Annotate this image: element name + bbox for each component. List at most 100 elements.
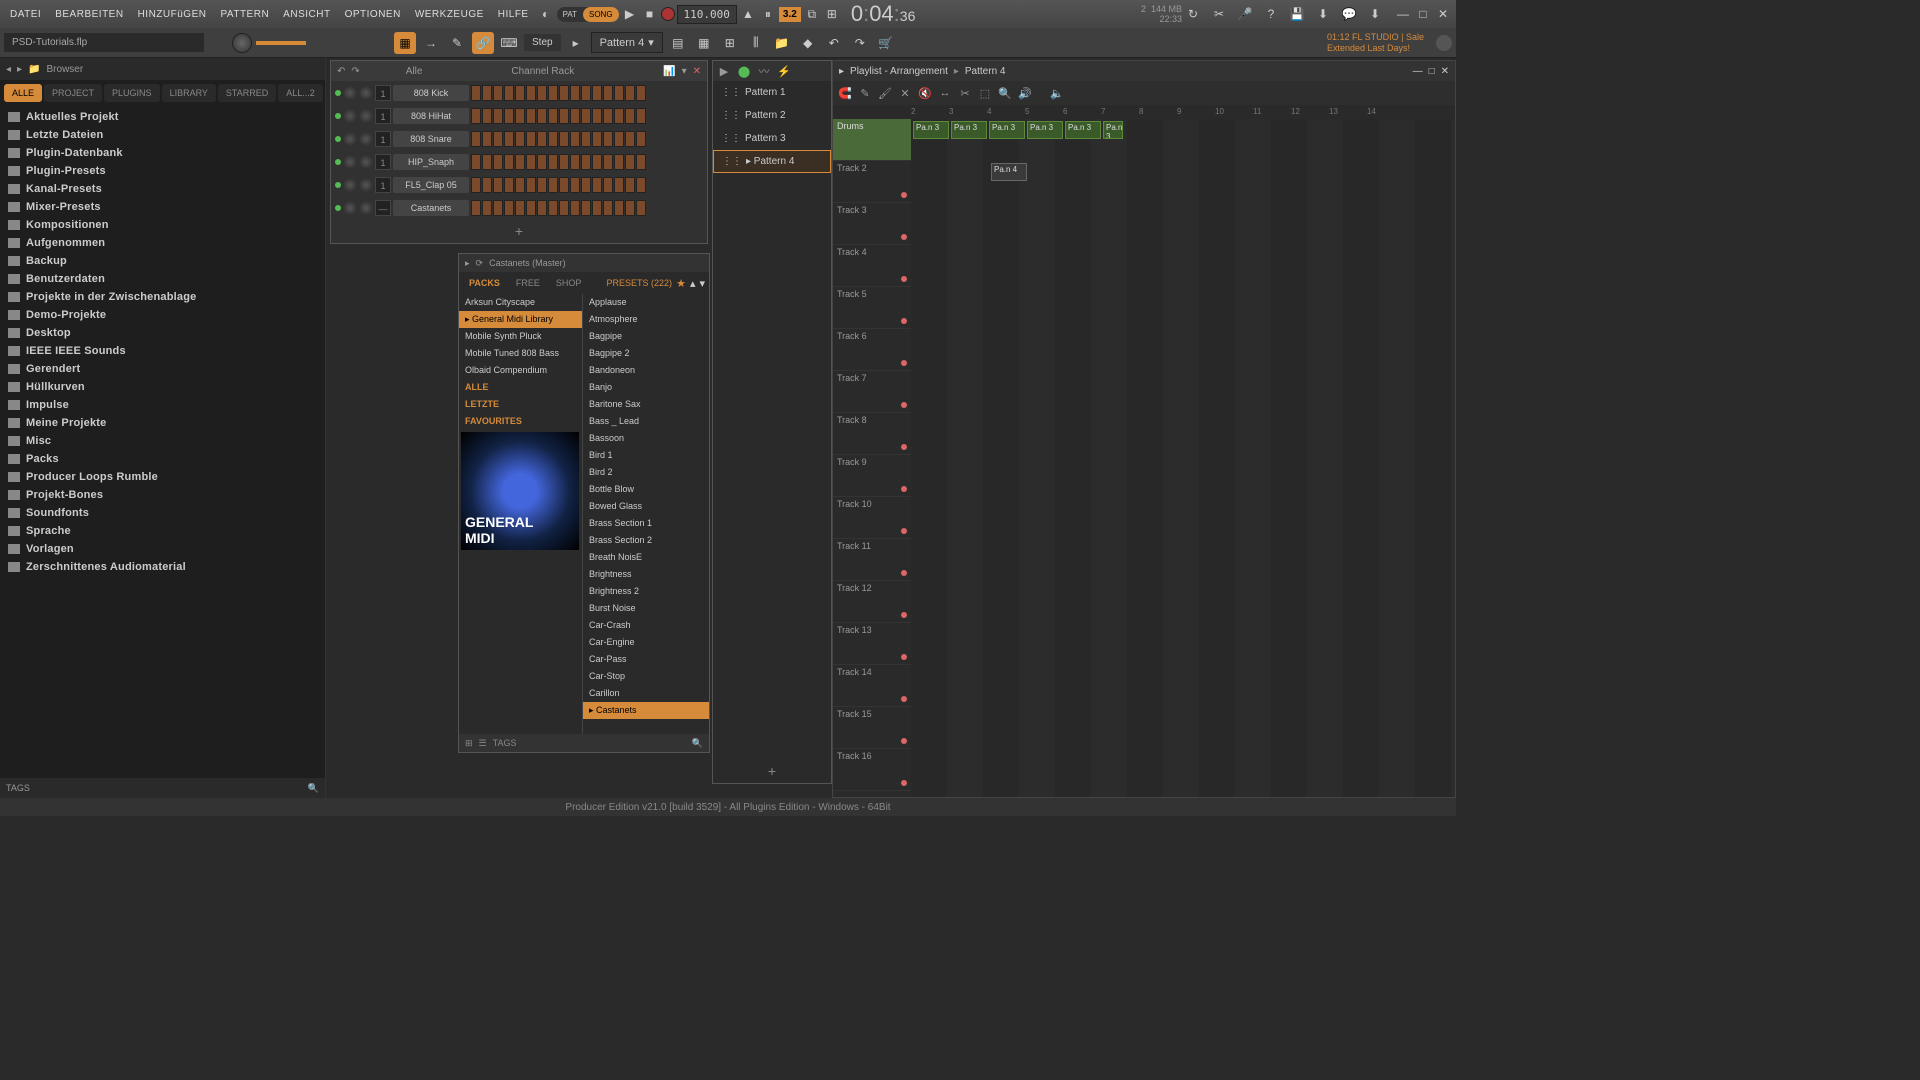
preset-category[interactable]: LETZTE bbox=[459, 396, 582, 413]
channel-name[interactable]: 808 Kick bbox=[393, 85, 469, 101]
playlist-track-header[interactable]: Track 15 bbox=[833, 707, 911, 749]
step-cell[interactable] bbox=[493, 108, 503, 124]
playlist-track-header[interactable]: Track 10 bbox=[833, 497, 911, 539]
step-cell[interactable] bbox=[592, 154, 602, 170]
step-cell[interactable] bbox=[625, 131, 635, 147]
preset-item[interactable]: Bass _ Lead bbox=[583, 413, 709, 430]
step-cell[interactable] bbox=[625, 177, 635, 193]
download-icon[interactable]: ⬇ bbox=[1366, 5, 1384, 23]
browser-item[interactable]: Misc bbox=[0, 432, 325, 450]
step-cell[interactable] bbox=[526, 131, 536, 147]
browser-item[interactable]: Sprache bbox=[0, 522, 325, 540]
sync-icon[interactable]: ↻ bbox=[1184, 5, 1202, 23]
browser-item[interactable]: Backup bbox=[0, 252, 325, 270]
preset-category[interactable]: ALLE bbox=[459, 379, 582, 396]
step-cell[interactable] bbox=[636, 131, 646, 147]
preset-item[interactable]: Brass Section 1 bbox=[583, 515, 709, 532]
play-button[interactable]: ▶ bbox=[621, 5, 639, 23]
step-cell[interactable] bbox=[493, 131, 503, 147]
menu-hilfe[interactable]: HILFE bbox=[492, 5, 535, 24]
playlist-track-header[interactable]: Track 3 bbox=[833, 203, 911, 245]
record-button[interactable] bbox=[661, 7, 675, 21]
preset-tab-shop[interactable]: SHOP bbox=[550, 276, 588, 290]
browser-tab-library[interactable]: LIBRARY bbox=[162, 84, 216, 102]
clip-pat3[interactable]: Pa.n 3 bbox=[1027, 121, 1063, 139]
step-cell[interactable] bbox=[548, 108, 558, 124]
preset-item[interactable]: Bagpipe 2 bbox=[583, 345, 709, 362]
step-cell[interactable] bbox=[515, 85, 525, 101]
preset-item[interactable]: Bowed Glass bbox=[583, 498, 709, 515]
metronome-icon[interactable]: ▲ bbox=[739, 5, 757, 23]
pat-label[interactable]: PAT bbox=[557, 7, 583, 22]
channel-led[interactable] bbox=[335, 182, 341, 188]
tools-icon[interactable]: ✂ bbox=[1210, 5, 1228, 23]
menu-ansicht[interactable]: ANSICHT bbox=[277, 5, 336, 24]
speaker-icon[interactable]: 🔈 bbox=[1049, 85, 1065, 101]
browser-item[interactable]: Desktop bbox=[0, 324, 325, 342]
playlist-track-header[interactable]: Track 7 bbox=[833, 371, 911, 413]
step-cell[interactable] bbox=[537, 131, 547, 147]
pan-knob[interactable] bbox=[343, 201, 357, 215]
channel-led[interactable] bbox=[335, 113, 341, 119]
preset-item[interactable]: ▸ Castanets bbox=[583, 702, 709, 719]
browser-item[interactable]: Projekte in der Zwischenablage bbox=[0, 288, 325, 306]
preset-pack-item[interactable]: ▸ General Midi Library bbox=[459, 311, 582, 328]
preset-pack-item[interactable]: Arksun Cityscape bbox=[459, 294, 582, 311]
step-cell[interactable] bbox=[636, 177, 646, 193]
preset-item[interactable]: Bird 1 bbox=[583, 447, 709, 464]
step-cell[interactable] bbox=[592, 177, 602, 193]
view-pianoroll-icon[interactable]: ▦ bbox=[693, 32, 715, 54]
browser-item[interactable]: Kanal-Presets bbox=[0, 180, 325, 198]
chevron-right-icon[interactable]: ▸ bbox=[465, 258, 470, 269]
preset-item[interactable]: Burst Noise bbox=[583, 600, 709, 617]
pan-knob[interactable] bbox=[343, 86, 357, 100]
step-cell[interactable] bbox=[526, 154, 536, 170]
browser-item[interactable]: IEEE IEEE Sounds bbox=[0, 342, 325, 360]
preset-pack-item[interactable]: Mobile Synth Pluck bbox=[459, 328, 582, 345]
track-rec-dot[interactable] bbox=[901, 486, 907, 492]
view-browser-icon[interactable]: 📁 bbox=[771, 32, 793, 54]
preset-item[interactable]: Applause bbox=[583, 294, 709, 311]
preset-pack-item[interactable]: Mobile Tuned 808 Bass bbox=[459, 345, 582, 362]
step-cell[interactable] bbox=[581, 200, 591, 216]
step-cell[interactable] bbox=[548, 154, 558, 170]
clip-pat3[interactable]: Pa.n 3 bbox=[913, 121, 949, 139]
browser-tab-starred[interactable]: STARRED bbox=[218, 84, 276, 102]
clip-pat3[interactable]: Pa.n 3 bbox=[1065, 121, 1101, 139]
step-cell[interactable] bbox=[592, 200, 602, 216]
chat-icon[interactable]: 💬 bbox=[1340, 5, 1358, 23]
project-filename[interactable]: PSD-Tutorials.flp bbox=[4, 33, 204, 52]
channel-number[interactable]: 1 bbox=[375, 108, 391, 124]
step-cell[interactable] bbox=[515, 200, 525, 216]
browser-item[interactable]: Soundfonts bbox=[0, 504, 325, 522]
step-cell[interactable] bbox=[548, 200, 558, 216]
search-icon[interactable]: 🔍 bbox=[308, 783, 319, 794]
step-cell[interactable] bbox=[614, 108, 624, 124]
step-cell[interactable] bbox=[548, 85, 558, 101]
step-cell[interactable] bbox=[482, 177, 492, 193]
browser-item[interactable]: Plugin-Datenbank bbox=[0, 144, 325, 162]
step-cell[interactable] bbox=[603, 200, 613, 216]
step-cell[interactable] bbox=[493, 177, 503, 193]
news-ticker[interactable]: 01:12 FL STUDIO | SaleExtended Last Days… bbox=[1327, 32, 1424, 54]
pattern-drag-icon[interactable]: ⋮⋮ bbox=[721, 110, 741, 121]
maximize-icon[interactable]: □ bbox=[1429, 66, 1435, 77]
channel-led[interactable] bbox=[335, 90, 341, 96]
channel-name[interactable]: HIP_Snaph bbox=[393, 154, 469, 170]
close-icon[interactable]: ✕ bbox=[1441, 66, 1449, 77]
playlist-track-header[interactable]: Track 11 bbox=[833, 539, 911, 581]
clip-pat3[interactable]: Pa.n 3 bbox=[951, 121, 987, 139]
vol-knob[interactable] bbox=[359, 132, 373, 146]
shop-icon[interactable]: 🛒 bbox=[875, 32, 897, 54]
step-cell[interactable] bbox=[614, 131, 624, 147]
pattern-drag-icon[interactable]: ⋮⋮ bbox=[721, 87, 741, 98]
channel-number[interactable]: — bbox=[375, 200, 391, 216]
forward-icon[interactable]: ↷ bbox=[351, 66, 359, 77]
step-cell[interactable] bbox=[559, 200, 569, 216]
menu-hinzufuegen[interactable]: HINZUFüGEN bbox=[132, 5, 213, 24]
step-cell[interactable] bbox=[614, 200, 624, 216]
step-cell[interactable] bbox=[636, 154, 646, 170]
channel-name[interactable]: Castanets bbox=[393, 200, 469, 216]
step-cell[interactable] bbox=[570, 154, 580, 170]
playlist-track-header[interactable]: Track 5 bbox=[833, 287, 911, 329]
